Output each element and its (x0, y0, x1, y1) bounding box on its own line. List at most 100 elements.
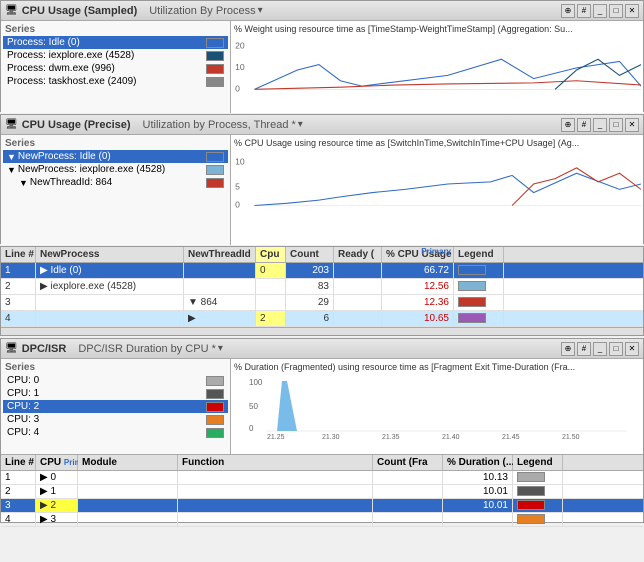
btd-module-2 (78, 485, 178, 498)
bottom-row-2[interactable]: 2 ▶ 1 10.01 (1, 485, 643, 499)
td-cpuusage-1: 66.72 (382, 263, 454, 278)
series-item-dwm-color (206, 64, 224, 74)
bcol-cpu: CPU Primary (36, 455, 78, 470)
panel2-controls: ⊕ # _ □ ✕ (561, 118, 639, 132)
series-item-idle-label: Process: Idle (0) (7, 37, 202, 48)
td-cpu-3 (256, 295, 286, 310)
panel3-series: Series CPU: 0 CPU: 1 CPU: 2 CPU: 3 (1, 359, 231, 454)
series3-cpu1-label: CPU: 1 (7, 388, 202, 399)
panel2-close-btn[interactable]: ✕ (625, 118, 639, 132)
td-thread-3: ▼ 864 (184, 295, 256, 310)
expand-icon-idle: ▼ (7, 152, 16, 162)
btd-legend-1 (513, 471, 563, 484)
middle-scroll[interactable] (1, 327, 643, 335)
panel1-dropdown-arrow[interactable]: ▾ (258, 5, 263, 16)
panel1-header: 🖥 CPU Usage (Sampled) Utilization By Pro… (1, 1, 643, 21)
col-newthreadid: NewThreadId (184, 247, 256, 262)
panel2-subtitle: Utilization by Process, Thread * (143, 119, 296, 131)
series-item-dwm[interactable]: Process: dwm.exe (996) (3, 62, 228, 75)
series2-item-idle[interactable]: ▼ NewProcess: Idle (0) (3, 150, 228, 163)
panel1-min-btn[interactable]: _ (593, 4, 607, 18)
panel2-grid-btn[interactable]: # (577, 118, 591, 132)
panel2-dropdown-arrow[interactable]: ▾ (298, 119, 303, 130)
btd-cpu3-arrow: ▶ (40, 500, 48, 511)
series-item-idle-color (206, 38, 224, 48)
series3-cpu2[interactable]: CPU: 2 (3, 400, 228, 413)
panel1-chart-title: % Weight using resource time as [TimeSta… (233, 23, 641, 35)
btd-duration-1: 10.13 (443, 471, 513, 484)
btd-function-1 (178, 471, 373, 484)
td-process-3 (36, 295, 184, 310)
panel2-chart: % CPU Usage using resource time as [Swit… (231, 135, 643, 245)
btd-cpu-4: ▶ 3 (36, 513, 78, 526)
svg-text:21.30: 21.30 (322, 434, 340, 441)
btd-cpu-2: ▶ 1 (36, 485, 78, 498)
td-ready-2 (334, 279, 382, 294)
series3-cpu3-color (206, 415, 224, 425)
td-count-1: 203 (286, 263, 334, 278)
col-count: Count (286, 247, 334, 262)
td-cpu-4: 2 (256, 311, 286, 326)
table-row-4[interactable]: 4 ▶ 2 6 10.65 (1, 311, 643, 327)
btd-function-3 (178, 499, 373, 512)
col-line: Line # (1, 247, 36, 262)
panel2-chart-svg: 10 5 0 (233, 149, 641, 219)
btd-count-1 (373, 471, 443, 484)
series3-cpu3-label: CPU: 3 (7, 414, 202, 425)
panel3-grid-btn[interactable]: # (577, 342, 591, 356)
panel3-max-btn[interactable]: □ (609, 342, 623, 356)
bottom-row-1[interactable]: 1 ▶ 0 10.13 (1, 471, 643, 485)
panel3-search-btn[interactable]: ⊕ (561, 342, 575, 356)
panel1-subtitle: Utilization By Process (149, 5, 255, 17)
table-row-1[interactable]: 1 ▶ Idle (0) 0 203 66.72 (1, 263, 643, 279)
series3-cpu4[interactable]: CPU: 4 (3, 426, 228, 439)
panel3-dropdown-arrow[interactable]: ▾ (218, 343, 223, 354)
td-line-1: 1 (1, 263, 36, 278)
svg-text:21.45: 21.45 (502, 434, 520, 441)
btd-line-3: 3 (1, 499, 36, 512)
panel1-max-btn[interactable]: □ (609, 4, 623, 18)
panel2-search-btn[interactable]: ⊕ (561, 118, 575, 132)
series2-iexplore-color (206, 165, 224, 175)
table-row-2[interactable]: 2 ▶ iexplore.exe (4528) 83 12.56 (1, 279, 643, 295)
panel3-min-btn[interactable]: _ (593, 342, 607, 356)
svg-text:21.25: 21.25 (267, 434, 285, 441)
series2-item-thread[interactable]: ▼ NewThreadId: 864 (3, 176, 228, 189)
bcol-duration: % Duration (... (443, 455, 513, 470)
panel1-grid-btn[interactable]: # (577, 4, 591, 18)
bottom-row-3[interactable]: 3 ▶ 2 10.01 (1, 499, 643, 513)
svg-text:50: 50 (249, 402, 258, 411)
series-item-idle[interactable]: Process: Idle (0) (3, 36, 228, 49)
panel1-chart: % Weight using resource time as [TimeSta… (231, 21, 643, 113)
series-item-taskhost[interactable]: Process: taskhost.exe (2409) (3, 75, 228, 88)
series2-item-iexplore[interactable]: ▼ NewProcess: iexplore.exe (4528) (3, 163, 228, 176)
btd-duration-3: 10.01 (443, 499, 513, 512)
panel1-search-btn[interactable]: ⊕ (561, 4, 575, 18)
panel3-subtitle: DPC/ISR Duration by CPU * (78, 343, 216, 355)
svg-text:0: 0 (235, 83, 240, 93)
svg-text:21.35: 21.35 (382, 434, 400, 441)
series3-cpu0[interactable]: CPU: 0 (3, 374, 228, 387)
series-item-iexplore[interactable]: Process: iexplore.exe (4528) (3, 49, 228, 62)
panel3-controls: ⊕ # _ □ ✕ (561, 342, 639, 356)
bottom-row-4[interactable]: 4 ▶ 3 (1, 513, 643, 527)
series2-idle-color (206, 152, 224, 162)
btd-legend-3 (513, 499, 563, 512)
panel3-close-btn[interactable]: ✕ (625, 342, 639, 356)
td-count-3: 29 (286, 295, 334, 310)
td-cpuusage-4: 10.65 (382, 311, 454, 326)
blegend-3 (517, 500, 545, 510)
col-legend: Legend (454, 247, 504, 262)
table-row-3[interactable]: 3 ▼ 864 29 12.36 (1, 295, 643, 311)
middle-table-panel: Line # NewProcess NewThreadId Cpu Count … (0, 246, 644, 336)
panel3-title: DPC/ISR (22, 343, 67, 355)
blegend-4 (517, 514, 545, 524)
col-newprocess: NewProcess (36, 247, 184, 262)
panel2-max-btn[interactable]: □ (609, 118, 623, 132)
series3-cpu1[interactable]: CPU: 1 (3, 387, 228, 400)
panel2-min-btn[interactable]: _ (593, 118, 607, 132)
td-count-4: 6 (286, 311, 334, 326)
series3-cpu3[interactable]: CPU: 3 (3, 413, 228, 426)
td-line-4: 4 (1, 311, 36, 326)
panel1-close-btn[interactable]: ✕ (625, 4, 639, 18)
